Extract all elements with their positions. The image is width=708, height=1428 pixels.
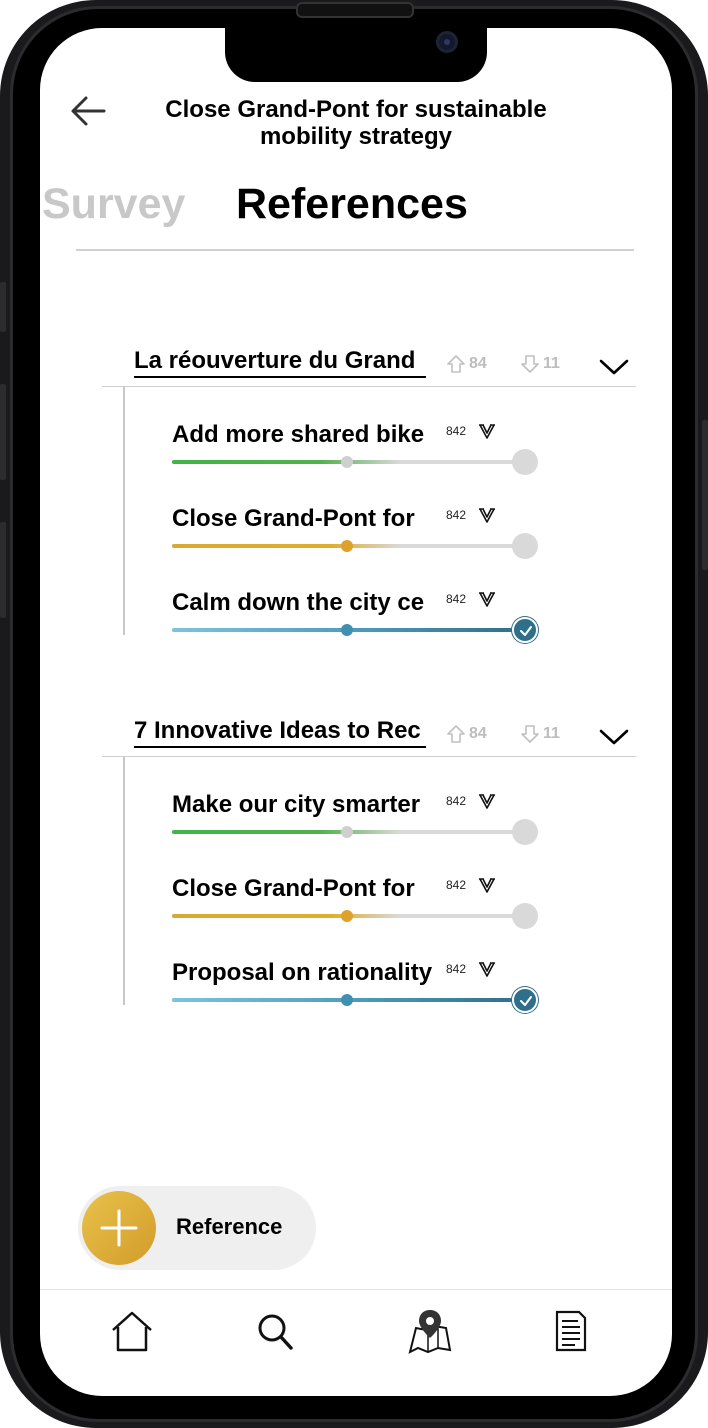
reference-item-title: Add more shared bike	[172, 421, 425, 448]
arrow-up-icon	[447, 355, 465, 373]
progress-marker	[341, 994, 353, 1006]
expand-button[interactable]	[598, 726, 630, 748]
progress-fill	[172, 914, 400, 918]
downvote-count: 11	[543, 355, 560, 372]
nav-search[interactable]	[250, 1308, 300, 1356]
progress-fill	[172, 460, 400, 464]
progress-marker	[341, 826, 353, 838]
selected-check[interactable]	[512, 987, 538, 1013]
reference-item-count: 842	[446, 794, 467, 808]
nav-documents[interactable]	[545, 1308, 595, 1356]
bottom-nav-divider	[40, 1289, 672, 1290]
select-toggle[interactable]	[512, 449, 538, 475]
downvote-count: 11	[543, 725, 560, 742]
progress-marker	[341, 456, 353, 468]
reference-item-count: 842	[446, 424, 467, 438]
reference-item-title: Proposal on rationality	[172, 959, 433, 986]
downvote-button[interactable]: 11	[520, 354, 560, 374]
arrow-down-icon	[521, 725, 539, 743]
app-screen: Close Grand-Pont for sustainable mobilit…	[40, 28, 672, 1396]
check-icon	[520, 996, 532, 1006]
add-reference-label: Reference	[176, 1214, 283, 1239]
upvote-count: 84	[469, 725, 487, 742]
reference-item[interactable]: Proposal on rationality 842	[172, 958, 542, 1018]
upvote-count: 84	[469, 355, 487, 372]
search-icon	[258, 1314, 293, 1350]
progress-track	[172, 903, 538, 929]
progress-track	[172, 819, 538, 845]
map-pin-icon	[408, 1310, 452, 1354]
group-divider	[102, 756, 636, 757]
select-toggle[interactable]	[512, 819, 538, 845]
reference-item-count: 842	[446, 878, 467, 892]
reference-item-title: Close Grand-Pont for	[172, 875, 415, 902]
mute-switch	[0, 282, 6, 332]
page-title: Close Grand-Pont for sustainable mobilit…	[165, 96, 547, 150]
select-toggle[interactable]	[512, 533, 538, 559]
vote-badge-icon	[478, 792, 496, 810]
add-reference-circle	[82, 1191, 156, 1265]
document-icon	[555, 1310, 587, 1352]
select-toggle[interactable]	[512, 903, 538, 929]
notch	[225, 28, 487, 82]
upvote-button[interactable]: 84	[446, 724, 487, 744]
selected-check[interactable]	[512, 617, 538, 643]
speaker-slot	[296, 2, 414, 18]
tree-connector	[123, 757, 125, 1005]
arrow-left-icon	[71, 96, 106, 126]
tab-survey[interactable]: Survey	[42, 180, 185, 229]
tab-references[interactable]: References	[236, 180, 468, 229]
reference-item-count: 842	[446, 508, 467, 522]
progress-fill	[172, 544, 400, 548]
reference-item-count: 842	[446, 592, 467, 606]
tree-connector	[123, 387, 125, 635]
group-divider	[102, 386, 636, 387]
home-icon	[112, 1311, 152, 1352]
progress-fill	[172, 830, 400, 834]
reference-item[interactable]: Close Grand-Pont for 842	[172, 504, 542, 564]
downvote-button[interactable]: 11	[520, 724, 560, 744]
chevron-down-icon	[599, 359, 629, 375]
group-title[interactable]: 7 Innovative Ideas to Rec	[134, 716, 426, 748]
progress-track	[172, 987, 538, 1013]
progress-marker	[341, 624, 353, 636]
nav-home[interactable]	[107, 1308, 157, 1356]
power-button	[702, 420, 708, 570]
reference-item-title: Make our city smarter	[172, 791, 421, 818]
progress-track	[172, 449, 538, 475]
phone-frame: Close Grand-Pont for sustainable mobilit…	[0, 0, 708, 1428]
progress-marker	[341, 540, 353, 552]
add-reference-button[interactable]: Reference	[78, 1186, 316, 1270]
camera-icon	[436, 31, 458, 53]
volume-up-button	[0, 384, 6, 480]
reference-item-title: Close Grand-Pont for	[172, 505, 415, 532]
reference-item[interactable]: Add more shared bike 842	[172, 420, 542, 480]
vote-badge-icon	[478, 876, 496, 894]
vote-badge-icon	[478, 506, 496, 524]
progress-track	[172, 617, 538, 643]
progress-track	[172, 533, 538, 559]
back-button[interactable]	[68, 90, 110, 132]
group-title[interactable]: La réouverture du Grand	[134, 346, 426, 378]
reference-item[interactable]: Close Grand-Pont for 842	[172, 874, 542, 934]
reference-item-count: 842	[446, 962, 467, 976]
vote-badge-icon	[478, 422, 496, 440]
vote-badge-icon	[478, 590, 496, 608]
chevron-down-icon	[599, 729, 629, 745]
vote-badge-icon	[478, 960, 496, 978]
expand-button[interactable]	[598, 356, 630, 378]
volume-down-button	[0, 522, 6, 618]
reference-item[interactable]: Calm down the city ce 842	[172, 588, 542, 648]
check-icon	[520, 626, 532, 636]
upvote-button[interactable]: 84	[446, 354, 487, 374]
reference-item[interactable]: Make our city smarter 842	[172, 790, 542, 850]
nav-map[interactable]	[404, 1308, 454, 1356]
plus-icon	[100, 1209, 138, 1247]
arrow-up-icon	[447, 725, 465, 743]
progress-marker	[341, 910, 353, 922]
reference-item-title: Calm down the city ce	[172, 589, 425, 616]
arrow-down-icon	[521, 355, 539, 373]
tab-divider	[76, 249, 634, 251]
